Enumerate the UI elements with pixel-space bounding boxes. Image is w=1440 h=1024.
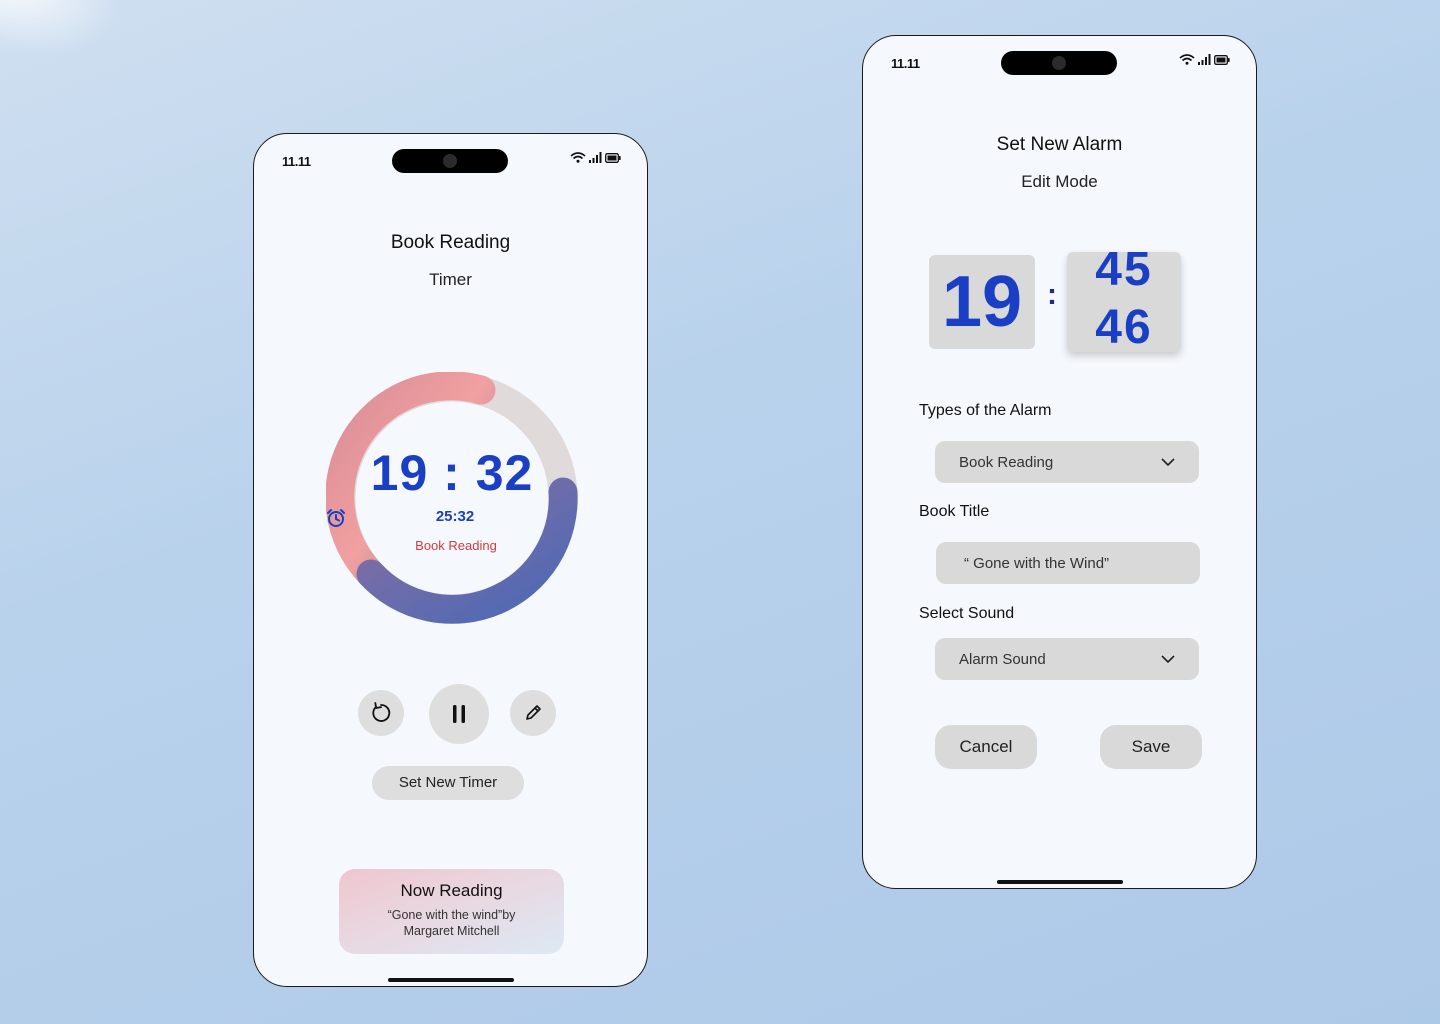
page-subtitle: Edit Mode [1021, 172, 1098, 191]
page-subtitle: Timer [429, 270, 472, 289]
camera-icon [443, 154, 457, 168]
timer-phone: 11.11 Book Reading Timer 19: 32 25:32 B… [253, 133, 648, 987]
alarm-type-label: Types of the Alarm [919, 402, 1052, 419]
time-colon: : [1047, 278, 1057, 311]
sound-value: Alarm Sound [959, 650, 1046, 668]
book-title-label: Book Title [919, 503, 990, 520]
battery-icon [1214, 54, 1230, 65]
dynamic-island [1001, 51, 1117, 75]
alarm-time: 25:32 [435, 508, 475, 525]
now-reading-heading: Now Reading [400, 881, 503, 900]
timer-ring: 19 : 32 25:32 Book Reading [326, 372, 578, 624]
pause-icon [453, 705, 465, 723]
wifi-icon [570, 152, 586, 163]
alarm-type-select[interactable]: Book Reading [935, 441, 1199, 483]
alarm-type-value: Book Reading [959, 453, 1054, 471]
home-indicator [997, 880, 1123, 884]
page-title: Set New Alarm [996, 134, 1123, 155]
alarm-clock-icon [327, 509, 345, 527]
chevron-down-icon [1161, 655, 1175, 663]
minute-current: 45 [1095, 252, 1153, 296]
background-glare [0, 0, 136, 88]
edit-button[interactable] [510, 690, 556, 736]
battery-icon [605, 152, 621, 163]
status-icons [1179, 54, 1230, 65]
reset-icon [372, 702, 391, 722]
camera-icon [1052, 56, 1066, 70]
chevron-down-icon [1161, 458, 1175, 466]
timer-display: 19 : 32 [370, 445, 534, 501]
save-button[interactable]: Save [1100, 725, 1202, 769]
now-reading-card[interactable]: Now Reading “Gone with the wind”by Marga… [339, 869, 564, 954]
wifi-icon [1179, 54, 1195, 65]
minute-picker[interactable]: 45 46 [1067, 252, 1181, 352]
home-indicator [388, 978, 514, 982]
book-title-input[interactable]: “ Gone with the Wind” [936, 542, 1200, 584]
pause-button[interactable] [429, 684, 489, 744]
status-icons [570, 152, 621, 163]
minute-next: 46 [1095, 301, 1153, 352]
sound-select[interactable]: Alarm Sound [935, 638, 1199, 680]
page-title: Book Reading [390, 232, 511, 253]
signal-icon [589, 152, 602, 163]
sound-label: Select Sound [919, 605, 1015, 622]
now-reading-book: “Gone with the wind”by Margaret Mitchell [387, 908, 516, 938]
dynamic-island [392, 149, 508, 173]
reset-button[interactable] [358, 690, 404, 736]
alarm-time-row: 25:32 [326, 508, 578, 527]
timer-label: Book Reading [415, 538, 497, 553]
set-new-timer-button[interactable]: Set New Timer [372, 766, 524, 800]
signal-icon [1198, 54, 1211, 65]
book-title-value: “ Gone with the Wind” [964, 554, 1110, 572]
status-time: 11.11 [891, 56, 920, 71]
hour-picker[interactable]: 19 [929, 255, 1035, 349]
alarm-phone: 11.11 Set New Alarm Edit Mode 19 : 45 46… [862, 35, 1257, 889]
cancel-button[interactable]: Cancel [935, 725, 1037, 769]
status-time: 11.11 [282, 154, 311, 169]
hour-value: 19 [941, 262, 1023, 342]
pencil-icon [526, 705, 541, 720]
